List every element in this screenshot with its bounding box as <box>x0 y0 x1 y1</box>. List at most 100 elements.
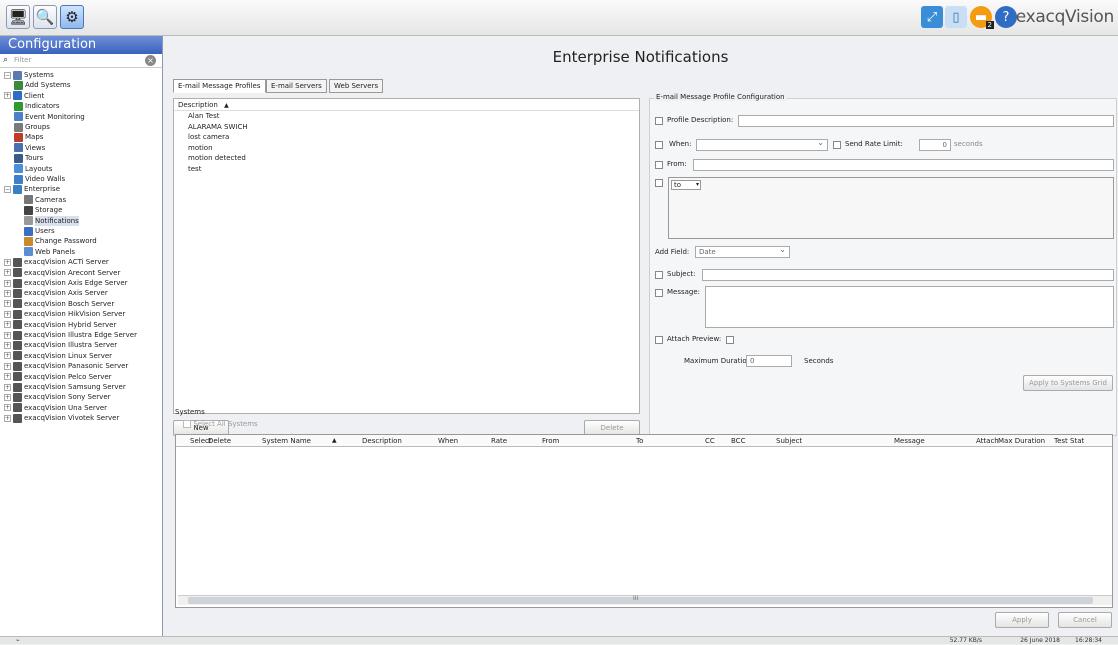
column-header[interactable]: When <box>438 437 458 445</box>
column-header[interactable]: System Name <box>262 437 311 445</box>
horizontal-scrollbar[interactable]: III <box>178 595 1112 605</box>
subject-checkbox[interactable] <box>655 271 663 279</box>
sidebar-item-exacqvision-una-server[interactable]: + exacqVision Una Server <box>4 403 107 413</box>
search-icon[interactable]: 🔍 <box>33 5 57 29</box>
sidebar-item-exacqvision-axis-server[interactable]: + exacqVision Axis Server <box>4 288 108 298</box>
tab-web-servers[interactable]: Web Servers <box>329 79 384 93</box>
expand-toggle-icon[interactable]: + <box>4 414 11 422</box>
sidebar-item-cameras[interactable]: Cameras <box>24 195 66 205</box>
sidebar-item-systems[interactable]: − Systems <box>4 70 54 80</box>
from-checkbox[interactable] <box>655 161 663 169</box>
column-header[interactable]: Delete <box>208 437 231 445</box>
expand-toggle-icon[interactable]: + <box>4 341 11 349</box>
sidebar-item-exacqvision-illustra-server[interactable]: + exacqVision Illustra Server <box>4 340 117 350</box>
expand-toggle-icon[interactable]: + <box>4 352 11 360</box>
profile-list-item[interactable]: ALARAMA SWICH <box>174 122 639 133</box>
sidebar-item-change-password[interactable]: Change Password <box>24 236 97 246</box>
expand-toggle-icon[interactable]: + <box>4 321 11 329</box>
apply-button[interactable]: Apply <box>995 612 1049 628</box>
sidebar-item-users[interactable]: Users <box>24 226 55 236</box>
sidebar-item-exacqvision-hikvision-server[interactable]: + exacqVision HikVision Server <box>4 309 125 319</box>
sidebar-item-maps[interactable]: Maps <box>14 132 43 142</box>
expand-toggle-icon[interactable]: − <box>4 185 11 193</box>
profile-description-checkbox[interactable] <box>655 117 663 125</box>
sidebar-item-views[interactable]: Views <box>14 143 45 153</box>
column-header[interactable]: Rate <box>491 437 507 445</box>
notification-icon[interactable]: ▬ 2 <box>970 6 994 29</box>
max-duration-stepper[interactable]: 0 <box>746 355 792 367</box>
clear-filter-icon[interactable]: × <box>145 55 156 66</box>
rate-limit-stepper[interactable]: 0 <box>919 139 951 151</box>
select-all-checkbox[interactable] <box>183 420 191 428</box>
expand-toggle-icon[interactable]: + <box>4 383 11 391</box>
sidebar-item-exacqvision-samsung-server[interactable]: + exacqVision Samsung Server <box>4 382 126 392</box>
profile-list-item[interactable]: motion <box>174 143 639 154</box>
sidebar-item-exacqvision-panasonic-server[interactable]: + exacqVision Panasonic Server <box>4 361 128 371</box>
expand-toggle-icon[interactable]: + <box>4 269 11 277</box>
expand-toggle-icon[interactable]: + <box>4 373 11 381</box>
sidebar-item-web-panels[interactable]: Web Panels <box>24 247 75 257</box>
sidebar-item-event-monitoring[interactable]: Event Monitoring <box>14 112 85 122</box>
expand-toggle-icon[interactable]: + <box>4 300 11 308</box>
expand-toggle-icon[interactable]: + <box>4 393 11 401</box>
config-icon[interactable]: ⚙ <box>60 5 84 29</box>
expand-toggle-icon[interactable]: + <box>4 279 11 287</box>
when-select[interactable] <box>696 138 828 151</box>
sidebar-item-groups[interactable]: Groups <box>14 122 50 132</box>
sidebar-item-tours[interactable]: Tours <box>14 153 43 163</box>
column-header[interactable]: To <box>636 437 643 445</box>
expand-toggle-icon[interactable]: + <box>4 404 11 412</box>
sidebar-item-add-systems[interactable]: Add Systems <box>14 80 71 90</box>
add-field-select[interactable]: Date <box>695 245 790 258</box>
sidebar-item-exacqvision-linux-server[interactable]: + exacqVision Linux Server <box>4 351 112 361</box>
to-checkbox[interactable] <box>655 179 663 187</box>
column-header[interactable]: Attach <box>976 437 999 445</box>
sidebar-item-client[interactable]: + Client <box>4 91 44 101</box>
expand-toggle-icon[interactable]: + <box>4 331 11 339</box>
tab-email-servers[interactable]: E-mail Servers <box>266 79 327 93</box>
profile-list-item[interactable]: test <box>174 164 639 175</box>
tab-email-message-profiles[interactable]: E-mail Message Profiles <box>173 79 266 93</box>
sidebar-item-exacqvision-arecont-server[interactable]: + exacqVision Arecont Server <box>4 268 120 278</box>
apply-to-systems-grid-button[interactable]: Apply to Systems Grid <box>1023 375 1113 391</box>
column-header[interactable]: Description <box>362 437 402 445</box>
profile-list-item[interactable]: lost camera <box>174 132 639 143</box>
sidebar-item-exacqvision-illustra-edge-server[interactable]: + exacqVision Illustra Edge Server <box>4 330 137 340</box>
expand-toggle-icon[interactable]: + <box>4 258 11 266</box>
sidebar-item-exacqvision-pelco-server[interactable]: + exacqVision Pelco Server <box>4 372 112 382</box>
recipients-box[interactable]: to ▾ <box>668 177 1114 239</box>
sidebar-item-video-walls[interactable]: Video Walls <box>14 174 65 184</box>
send-rate-limit-checkbox[interactable] <box>833 141 841 149</box>
recipient-type-select[interactable]: to ▾ <box>671 180 701 190</box>
column-header[interactable]: Subject <box>776 437 802 445</box>
sidebar-item-exacqvision-axis-edge-server[interactable]: + exacqVision Axis Edge Server <box>4 278 128 288</box>
sidebar-item-notifications[interactable]: Notifications <box>24 215 79 226</box>
profile-list-item[interactable]: Alan Test <box>174 111 639 122</box>
filter-input[interactable]: ⌕ Filter × <box>0 54 162 68</box>
sidebar-item-exacqvision-bosch-server[interactable]: + exacqVision Bosch Server <box>4 299 114 309</box>
expand-toggle-icon[interactable]: + <box>4 92 11 100</box>
sidebar-item-exacqvision-hybrid-server[interactable]: + exacqVision Hybrid Server <box>4 320 116 330</box>
profile-list-item[interactable]: motion detected <box>174 153 639 164</box>
sidebar-item-layouts[interactable]: Layouts <box>14 164 52 174</box>
column-header[interactable]: Test Stat <box>1054 437 1084 445</box>
select-all-systems[interactable]: Select All Systems <box>183 420 258 428</box>
attach-preview-checkbox[interactable] <box>655 336 663 344</box>
column-header[interactable]: BCC <box>731 437 745 445</box>
column-header[interactable]: Message <box>894 437 925 445</box>
when-checkbox[interactable] <box>655 141 663 149</box>
sidebar-item-exacqvision-vivotek-server[interactable]: + exacqVision Vivotek Server <box>4 413 119 423</box>
expand-toggle-icon[interactable]: + <box>4 362 11 370</box>
sidebar-item-exacqvision-sony-server[interactable]: + exacqVision Sony Server <box>4 392 111 402</box>
expand-toggle-icon[interactable]: + <box>4 289 11 297</box>
sidebar-item-indicators[interactable]: Indicators <box>14 101 60 111</box>
cancel-button[interactable]: Cancel <box>1058 612 1112 628</box>
description-column-header[interactable]: Description ▲ <box>174 99 639 111</box>
sidebar-item-exacqvision-acti-server[interactable]: + exacqVision ACTi Server <box>4 257 109 267</box>
profile-description-input[interactable] <box>738 115 1114 127</box>
column-header[interactable]: Max Duration <box>998 437 1045 445</box>
expand-toggle-icon[interactable]: − <box>4 71 11 79</box>
scrollbar-thumb[interactable]: III <box>188 595 1093 604</box>
sidebar-item-enterprise[interactable]: − Enterprise <box>4 184 60 194</box>
message-checkbox[interactable] <box>655 289 663 297</box>
